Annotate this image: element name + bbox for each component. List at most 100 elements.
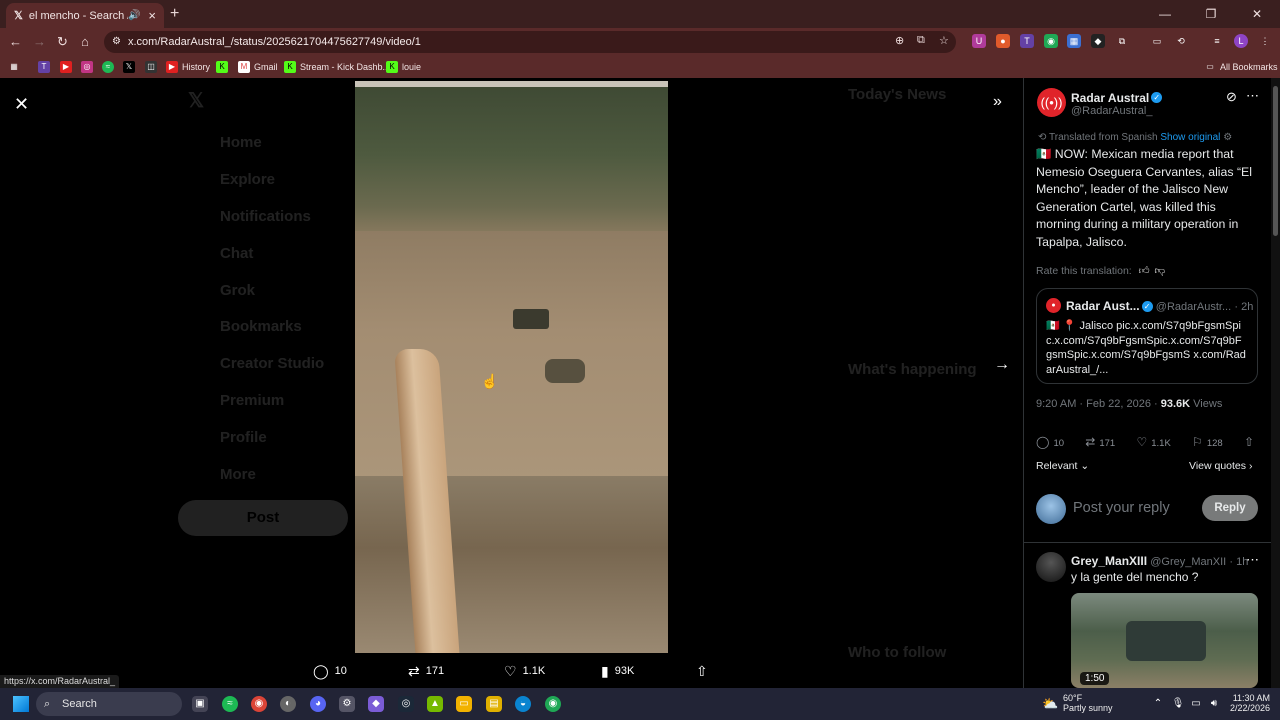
install-icon[interactable]: ⧉	[917, 34, 925, 47]
video-views[interactable]: ▮ 93K	[601, 662, 634, 680]
show-original-link[interactable]: Show original	[1160, 132, 1220, 143]
bookmark-kick-stream[interactable]: K Stream - Kick Dashb...	[284, 61, 390, 73]
grok-icon[interactable]: ⊘	[1226, 89, 1237, 105]
extensions-puzzle-icon[interactable]: ⧉	[1115, 34, 1129, 48]
like-action[interactable]: ♡ 1.1K	[1136, 435, 1170, 449]
extension-icon[interactable]: ▦	[1067, 34, 1081, 48]
taskbar-search[interactable]: ⌕ Search	[36, 692, 182, 716]
quoted-post[interactable]: ● Radar Aust... ✓ @RadarAustr... · 2h 🇲🇽 …	[1036, 288, 1258, 384]
extension-icon[interactable]: U	[972, 34, 986, 48]
home-icon[interactable]: ⌂	[81, 34, 89, 49]
clock[interactable]: 11:30 AM 2/22/2026	[1230, 693, 1270, 713]
forward-icon[interactable]: →	[33, 34, 46, 49]
settings-icon[interactable]: ⚙	[339, 696, 355, 712]
back-icon[interactable]: ←	[9, 34, 22, 49]
steam-icon[interactable]: ◎	[398, 696, 414, 712]
extension-icon[interactable]: ●	[996, 34, 1010, 48]
microphone-icon[interactable]: 🎙︎	[1170, 696, 1186, 712]
view-quotes-link[interactable]: View quotes ›	[1189, 460, 1252, 472]
windows-start-icon[interactable]	[13, 696, 29, 712]
settings-gear-icon[interactable]: ⚙	[1223, 132, 1232, 143]
video-replies[interactable]: ◯ 10	[313, 662, 347, 680]
x-bookmark-icon[interactable]: 𝕏	[123, 61, 139, 73]
bookmark-star-icon[interactable]: ☆	[939, 34, 949, 47]
collapse-panel-icon[interactable]: »	[993, 93, 1002, 111]
reply-author-handle[interactable]: @Grey_ManXII	[1150, 556, 1226, 568]
zoom-icon[interactable]: ⊕	[895, 34, 904, 47]
tray-overflow-icon[interactable]: ⌃	[1150, 696, 1166, 712]
chrome-profile-icon[interactable]: ◉	[545, 696, 561, 712]
notes-icon[interactable]: ▤	[486, 696, 502, 712]
app-icon[interactable]: ◐	[280, 696, 296, 712]
author-handle[interactable]: @RadarAustral_	[1071, 105, 1152, 117]
author-avatar[interactable]: ((•))	[1037, 88, 1066, 117]
weather-icon[interactable]: ⛅	[1042, 696, 1058, 712]
minimize-button[interactable]: —	[1142, 0, 1188, 28]
thumbs-up-icon[interactable]: 👍︎	[1139, 265, 1150, 277]
spotify-bookmark-icon[interactable]: ≈	[102, 61, 118, 73]
extension-icon[interactable]: ◆	[1091, 34, 1105, 48]
volume-icon[interactable]: 🔊︎	[1206, 696, 1222, 712]
apps-grid-icon[interactable]: ▦	[8, 61, 24, 73]
youtube-bookmark-icon[interactable]: ▶	[60, 61, 76, 73]
instagram-bookmark-icon[interactable]: ◎	[81, 61, 97, 73]
spotify-icon[interactable]: ≈	[222, 696, 238, 712]
post-timestamp[interactable]: 9:20 AM · Feb 22, 2026 ·	[1036, 398, 1158, 410]
video-reposts[interactable]: ⇄ 171	[408, 662, 444, 680]
tab-close-icon[interactable]: ×	[148, 8, 156, 23]
more-options-icon[interactable]: ⋯	[1246, 552, 1259, 568]
bookmark-label: Stream - Kick Dashb...	[300, 62, 391, 72]
twitch-extension-icon[interactable]: T	[1020, 34, 1034, 48]
share-action[interactable]: ⇧	[1244, 435, 1258, 449]
next-media-icon[interactable]: →	[994, 356, 1010, 374]
chrome-icon[interactable]: ◉	[251, 696, 267, 712]
close-viewer-button[interactable]: ✕	[14, 94, 29, 115]
nvidia-icon[interactable]: ▲	[427, 696, 443, 712]
reply-video-thumbnail[interactable]: 1:50	[1071, 593, 1258, 688]
sidebar-icon[interactable]: ▭	[1150, 34, 1164, 48]
file-explorer-icon[interactable]: ▭	[456, 696, 472, 712]
new-tab-button[interactable]: +	[170, 5, 179, 23]
task-view-icon[interactable]: ▣	[192, 696, 208, 712]
relevant-dropdown[interactable]: Relevant ⌄	[1036, 460, 1089, 472]
repost-action[interactable]: ⇄ 171	[1085, 435, 1115, 449]
discord-icon[interactable]: ◕	[310, 696, 326, 712]
reply-action[interactable]: ◯ 10	[1036, 435, 1064, 449]
game-icon[interactable]: ◆	[368, 696, 384, 712]
menu-icon[interactable]: ⋮	[1258, 34, 1272, 48]
network-icon[interactable]: ▭	[1188, 696, 1204, 712]
extension-icon[interactable]: ◉	[1044, 34, 1058, 48]
reply-author-name[interactable]: Grey_ManXIII	[1071, 554, 1147, 568]
speaker-icon[interactable]: 🔊	[128, 10, 140, 21]
video-likes[interactable]: ♡ 1.1K	[504, 662, 545, 680]
browser-tab[interactable]: 𝕏 el mencho - Search / X 🔊 ×	[6, 3, 164, 28]
kick-bookmark-icon[interactable]: K	[216, 61, 232, 73]
more-options-icon[interactable]: ⋯	[1246, 88, 1259, 104]
reload-icon[interactable]: ↻	[57, 34, 68, 50]
weather-widget[interactable]: 60°F Partly sunny	[1063, 693, 1113, 713]
window-close-button[interactable]: ✕	[1234, 0, 1280, 28]
edge-icon[interactable]: ◒	[515, 696, 531, 712]
reading-list-icon[interactable]: ≡	[1210, 34, 1224, 48]
reply-author-avatar[interactable]	[1036, 552, 1066, 582]
reply-button[interactable]: Reply	[1202, 495, 1258, 521]
reply-input[interactable]: Post your reply	[1073, 500, 1170, 516]
site-info-icon[interactable]: ⚙	[112, 31, 121, 53]
bookmark-louie[interactable]: Klouie	[386, 61, 421, 73]
share-button[interactable]: ⇧	[696, 662, 714, 680]
thumbs-down-icon[interactable]: 👎︎	[1155, 265, 1166, 277]
bookmark-icon[interactable]: ◫	[145, 61, 161, 73]
restore-button[interactable]: ❐	[1188, 0, 1234, 28]
user-avatar[interactable]	[1036, 494, 1066, 524]
profile-avatar-icon[interactable]: L	[1234, 34, 1248, 48]
bookmark-gmail[interactable]: M Gmail	[238, 61, 278, 73]
twitch-bookmark-icon[interactable]: T	[38, 61, 54, 73]
address-bar[interactable]: ⚙ x.com/RadarAustral_/status/20256217044…	[104, 31, 956, 53]
bookmark-action[interactable]: ⚐ 128	[1192, 435, 1223, 449]
video-player[interactable]	[355, 81, 668, 653]
scrollbar-thumb[interactable]	[1273, 86, 1278, 236]
profile-switch-icon[interactable]: ⟲	[1174, 34, 1188, 48]
scrollbar[interactable]	[1271, 78, 1280, 688]
bookmark-history[interactable]: ▶ History	[166, 61, 210, 73]
all-bookmarks[interactable]: ▭ All Bookmarks	[1204, 61, 1277, 73]
